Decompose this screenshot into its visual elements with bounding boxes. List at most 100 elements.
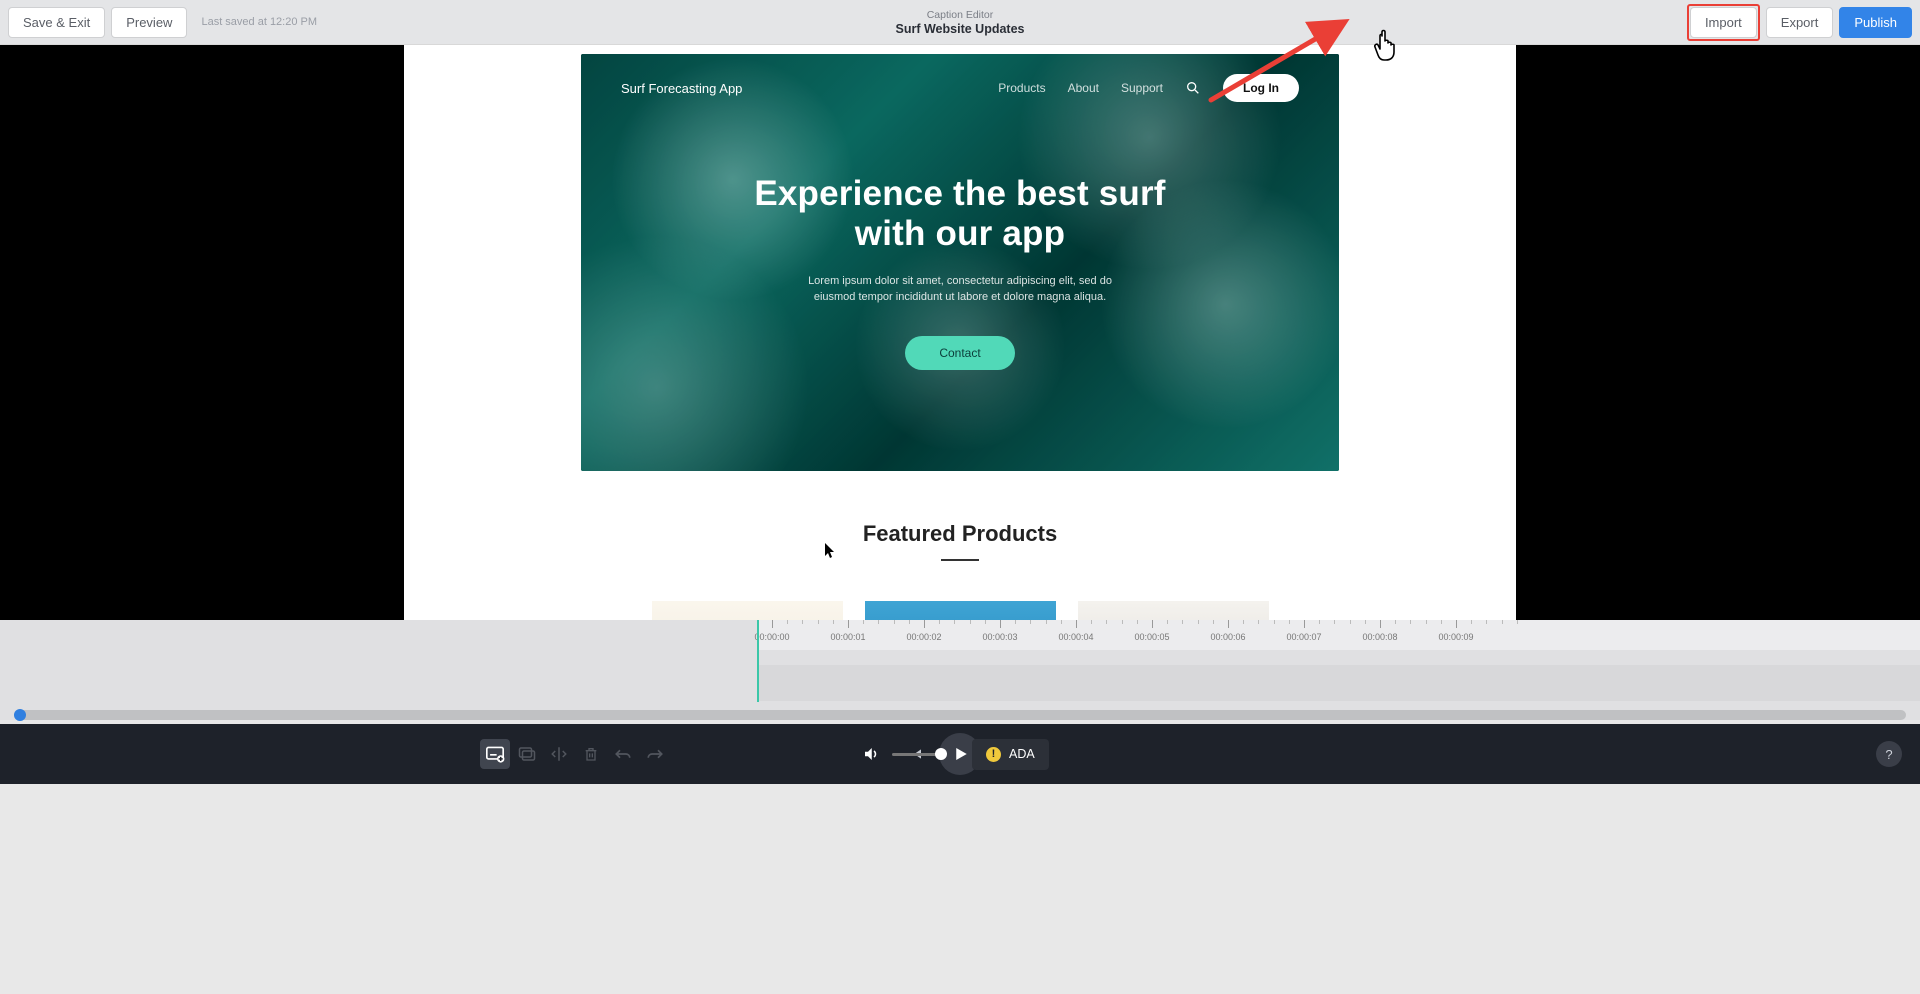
nav-link-about: About <box>1068 81 1099 95</box>
ruler-tick-minor <box>954 620 955 624</box>
ruler-tick-minor <box>1441 620 1442 624</box>
ruler-tick-minor <box>878 620 879 624</box>
ruler-tick-minor <box>970 620 971 624</box>
ruler-tick-minor <box>894 620 895 624</box>
ruler-label: 00:00:02 <box>906 632 941 642</box>
timeline-ruler[interactable]: 00:00:00 00:00:01 00:00:02 00:00:03 00:00:04… <box>757 620 1920 650</box>
header-right-group: Import Export Publish <box>1687 4 1912 41</box>
volume-slider-track[interactable] <box>892 753 944 756</box>
product-card-2 <box>865 601 1056 621</box>
ruler-tick-minor <box>833 620 834 624</box>
preview-page: Surf Forecasting App Products About Supp… <box>404 45 1516 620</box>
control-bar: ! ADA ? <box>0 724 1920 784</box>
ruler-tick-minor <box>1061 620 1062 624</box>
undo-button[interactable] <box>608 739 638 769</box>
nav-link-support: Support <box>1121 81 1163 95</box>
hero-heading-line2: with our app <box>581 214 1339 254</box>
ruler-tick-minor <box>1502 620 1503 624</box>
hero-subtext: Lorem ipsum dolor sit amet, consectetur … <box>581 273 1339 306</box>
ruler-tick-minor <box>818 620 819 624</box>
ruler-tick-minor <box>1334 620 1335 624</box>
website-nav: Surf Forecasting App Products About Supp… <box>581 74 1339 102</box>
hero-content: Experience the best surf with our app Lo… <box>581 174 1339 370</box>
header-subtitle: Caption Editor <box>896 9 1025 21</box>
ruler-tick-minor <box>1365 620 1366 624</box>
ruler-tick-minor <box>1319 620 1320 624</box>
ruler-tick-minor <box>1517 620 1518 624</box>
volume-icon[interactable] <box>862 745 880 763</box>
hero-sub-line2: eiusmod tempor incididunt ut labore et d… <box>581 289 1339 306</box>
ruler-tick-minor <box>1137 620 1138 624</box>
timeline-scroll-thumb[interactable] <box>14 709 26 721</box>
ruler-tick-minor <box>1030 620 1031 624</box>
website-hero: Surf Forecasting App Products About Supp… <box>581 54 1339 471</box>
ruler-label: 00:00:00 <box>754 632 789 642</box>
ruler-tick-minor <box>1274 620 1275 624</box>
duplicate-caption-button[interactable] <box>512 739 542 769</box>
header-title-block: Caption Editor Surf Website Updates <box>896 9 1025 36</box>
ruler-label: 00:00:01 <box>830 632 865 642</box>
redo-button[interactable] <box>640 739 670 769</box>
featured-heading: Featured Products <box>404 521 1516 547</box>
ruler-tick-minor <box>1106 620 1107 624</box>
ruler-tick-minor <box>1182 620 1183 624</box>
ruler-ticks: 00:00:00 00:00:01 00:00:02 00:00:03 00:00:04… <box>757 620 1920 650</box>
ruler-label: 00:00:08 <box>1362 632 1397 642</box>
ruler-tick-minor <box>1046 620 1047 624</box>
timeline-scroll-track[interactable] <box>14 710 1906 720</box>
ruler-label: 00:00:04 <box>1058 632 1093 642</box>
volume-slider-thumb[interactable] <box>935 748 947 760</box>
ruler-tick-minor <box>1486 620 1487 624</box>
login-button: Log In <box>1223 74 1299 102</box>
add-caption-button[interactable] <box>480 739 510 769</box>
ada-compliance-button[interactable]: ! ADA <box>972 739 1049 770</box>
ruler-tick-minor <box>939 620 940 624</box>
export-button[interactable]: Export <box>1766 7 1834 38</box>
ruler-tick-major <box>1228 620 1229 628</box>
ruler-tick-major <box>1456 620 1457 628</box>
preview-button[interactable]: Preview <box>111 7 187 38</box>
featured-grid <box>404 601 1516 621</box>
ruler-tick-major <box>1380 620 1381 628</box>
ruler-tick-minor <box>1243 620 1244 624</box>
product-card-1 <box>652 601 843 621</box>
delete-caption-button[interactable] <box>576 739 606 769</box>
ruler-label: 00:00:03 <box>982 632 1017 642</box>
timeline-playhead[interactable] <box>757 620 759 702</box>
ruler-tick-minor <box>1471 620 1472 624</box>
ruler-tick-major <box>772 620 773 628</box>
header-title: Surf Website Updates <box>896 22 1025 36</box>
split-caption-button[interactable] <box>544 739 574 769</box>
ruler-tick-minor <box>985 620 986 624</box>
video-preview-area: Surf Forecasting App Products About Supp… <box>0 45 1920 620</box>
help-button[interactable]: ? <box>1876 741 1902 767</box>
ruler-tick-minor <box>802 620 803 624</box>
timeline-area[interactable]: 00:00:00 00:00:01 00:00:02 00:00:03 00:00:04… <box>0 620 1920 720</box>
search-icon <box>1185 80 1201 96</box>
ruler-label: 00:00:09 <box>1438 632 1473 642</box>
product-card-3 <box>1078 601 1269 621</box>
ruler-tick-minor <box>1395 620 1396 624</box>
app-header: Save & Exit Preview Last saved at 12:20 … <box>0 0 1920 45</box>
ruler-tick-minor <box>1410 620 1411 624</box>
volume-control[interactable] <box>862 745 944 763</box>
warning-icon: ! <box>986 747 1001 762</box>
ruler-tick-minor <box>1213 620 1214 624</box>
ruler-tick-major <box>1076 620 1077 628</box>
caption-track[interactable] <box>757 665 1920 701</box>
nav-link-products: Products <box>998 81 1045 95</box>
hero-heading-line1: Experience the best surf <box>581 174 1339 214</box>
header-left-group: Save & Exit Preview Last saved at 12:20 … <box>8 7 317 38</box>
ruler-tick-minor <box>1122 620 1123 624</box>
ada-label: ADA <box>1009 747 1035 761</box>
save-exit-button[interactable]: Save & Exit <box>8 7 105 38</box>
ruler-tick-minor <box>1350 620 1351 624</box>
publish-button[interactable]: Publish <box>1839 7 1912 38</box>
hero-cta-button: Contact <box>905 336 1014 370</box>
hero-heading: Experience the best surf with our app <box>581 174 1339 255</box>
import-button[interactable]: Import <box>1690 7 1757 38</box>
ruler-tick-minor <box>1198 620 1199 624</box>
ruler-tick-minor <box>1258 620 1259 624</box>
ruler-tick-major <box>924 620 925 628</box>
ruler-tick-minor <box>863 620 864 624</box>
